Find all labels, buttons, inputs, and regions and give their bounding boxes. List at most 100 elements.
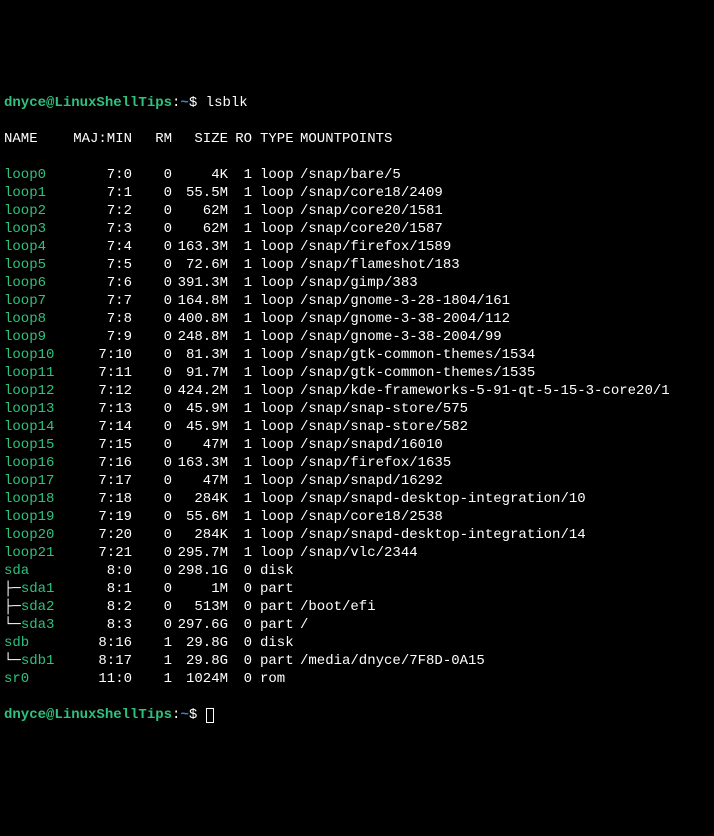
rm-value: 0	[132, 256, 172, 274]
majmin-value: 8:16	[68, 634, 132, 652]
majmin-value: 7:11	[68, 364, 132, 382]
ro-value: 1	[228, 544, 252, 562]
type-value: loop	[252, 364, 300, 382]
table-row: loop87:80400.8M1loop/snap/gnome-3-38-200…	[4, 310, 710, 328]
device-name: loop18	[4, 490, 68, 508]
mountpoint-value: /snap/vlc/2344	[300, 544, 418, 562]
device-name: loop3	[4, 220, 68, 238]
type-value: disk	[252, 634, 300, 652]
rm-value: 0	[132, 166, 172, 184]
size-value: 248.8M	[172, 328, 228, 346]
device-name: loop20	[4, 526, 68, 544]
mountpoint-value: /snap/gnome-3-28-1804/161	[300, 292, 510, 310]
prompt-user: dnyce	[4, 707, 46, 723]
size-value: 47M	[172, 472, 228, 490]
device-name: loop16	[4, 454, 68, 472]
size-value: 29.8G	[172, 634, 228, 652]
device-name: loop6	[4, 274, 68, 292]
type-value: part	[252, 580, 300, 598]
header-name: NAME	[4, 130, 68, 148]
mountpoint-value: /snap/snap-store/582	[300, 418, 468, 436]
device-name: sr0	[4, 670, 68, 688]
device-name: loop1	[4, 184, 68, 202]
majmin-value: 7:3	[68, 220, 132, 238]
rm-value: 0	[132, 580, 172, 598]
majmin-value: 7:14	[68, 418, 132, 436]
device-name: ├─sda2	[4, 598, 68, 616]
ro-value: 1	[228, 184, 252, 202]
rm-value: 1	[132, 652, 172, 670]
ro-value: 1	[228, 382, 252, 400]
type-value: loop	[252, 220, 300, 238]
table-row: loop47:40163.3M1loop/snap/firefox/1589	[4, 238, 710, 256]
ro-value: 1	[228, 202, 252, 220]
majmin-value: 7:12	[68, 382, 132, 400]
type-value: disk	[252, 562, 300, 580]
type-value: loop	[252, 292, 300, 310]
ro-value: 0	[228, 580, 252, 598]
device-name: loop0	[4, 166, 68, 184]
device-name: loop21	[4, 544, 68, 562]
ro-value: 1	[228, 238, 252, 256]
table-row: └─sdb18:17129.8G0part/media/dnyce/7F8D-0…	[4, 652, 710, 670]
device-name: loop7	[4, 292, 68, 310]
ro-value: 1	[228, 418, 252, 436]
majmin-value: 8:0	[68, 562, 132, 580]
header-rm: RM	[132, 130, 172, 148]
majmin-value: 7:20	[68, 526, 132, 544]
table-row: ├─sda18:101M0part	[4, 580, 710, 598]
mountpoint-value: /snap/gnome-3-38-2004/112	[300, 310, 510, 328]
size-value: 62M	[172, 202, 228, 220]
type-value: part	[252, 616, 300, 634]
prompt-line-2[interactable]: dnyce@LinuxShellTips:~$	[4, 706, 710, 724]
type-value: loop	[252, 472, 300, 490]
mountpoint-value: /snap/snap-store/575	[300, 400, 468, 418]
type-value: loop	[252, 508, 300, 526]
size-value: 298.1G	[172, 562, 228, 580]
prompt-at: @	[46, 707, 54, 723]
type-value: loop	[252, 400, 300, 418]
type-value: loop	[252, 526, 300, 544]
rm-value: 1	[132, 670, 172, 688]
ro-value: 1	[228, 328, 252, 346]
ro-value: 1	[228, 364, 252, 382]
rm-value: 0	[132, 202, 172, 220]
table-row: loop207:200284K1loop/snap/snapd-desktop-…	[4, 526, 710, 544]
rm-value: 0	[132, 436, 172, 454]
ro-value: 1	[228, 508, 252, 526]
table-row: sdb8:16129.8G0disk	[4, 634, 710, 652]
majmin-value: 7:13	[68, 400, 132, 418]
type-value: loop	[252, 238, 300, 256]
header-ro: RO	[228, 130, 252, 148]
header-mountpoints: MOUNTPOINTS	[300, 130, 392, 148]
ro-value: 0	[228, 616, 252, 634]
size-value: 400.8M	[172, 310, 228, 328]
rm-value: 0	[132, 508, 172, 526]
table-row: sr011:011024M0rom	[4, 670, 710, 688]
size-value: 297.6G	[172, 616, 228, 634]
size-value: 29.8G	[172, 652, 228, 670]
size-value: 91.7M	[172, 364, 228, 382]
type-value: loop	[252, 346, 300, 364]
type-value: loop	[252, 544, 300, 562]
type-value: loop	[252, 418, 300, 436]
mountpoint-value: /snap/gnome-3-38-2004/99	[300, 328, 502, 346]
table-body: loop07:004K1loop/snap/bare/5loop17:1055.…	[4, 166, 710, 688]
majmin-value: 8:3	[68, 616, 132, 634]
table-row: loop117:11091.7M1loop/snap/gtk-common-th…	[4, 364, 710, 382]
rm-value: 0	[132, 328, 172, 346]
tree-icon: ├─	[4, 581, 21, 597]
mountpoint-value: /snap/core20/1581	[300, 202, 443, 220]
device-name: loop9	[4, 328, 68, 346]
device-name: loop19	[4, 508, 68, 526]
ro-value: 1	[228, 400, 252, 418]
majmin-value: 11:0	[68, 670, 132, 688]
rm-value: 0	[132, 526, 172, 544]
size-value: 513M	[172, 598, 228, 616]
rm-value: 0	[132, 184, 172, 202]
ro-value: 1	[228, 166, 252, 184]
rm-value: 0	[132, 562, 172, 580]
command-text: lsblk	[206, 95, 248, 111]
majmin-value: 7:19	[68, 508, 132, 526]
size-value: 45.9M	[172, 418, 228, 436]
